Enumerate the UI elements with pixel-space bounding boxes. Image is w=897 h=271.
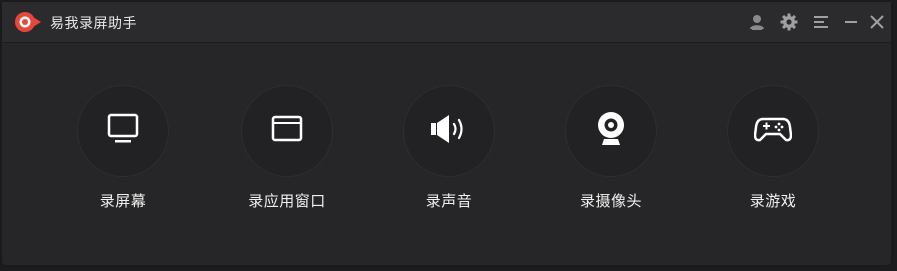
menu-icon[interactable] xyxy=(810,11,832,33)
feature-icon-circle xyxy=(241,85,333,177)
account-icon[interactable] xyxy=(746,11,768,33)
record-webcam-button[interactable]: 录摄像头 xyxy=(551,85,671,225)
feature-icon-circle xyxy=(565,85,657,177)
record-audio-button[interactable]: 录声音 xyxy=(389,85,509,225)
feature-icon-circle xyxy=(77,85,169,177)
feature-label: 录应用窗口 xyxy=(248,192,326,210)
feature-icon-circle xyxy=(727,85,819,177)
feature-icon-circle xyxy=(403,85,495,177)
speaker-icon xyxy=(429,112,469,150)
settings-icon[interactable] xyxy=(778,11,800,33)
record-logo-icon xyxy=(14,10,42,34)
window-icon xyxy=(270,112,304,150)
webcam-icon xyxy=(594,110,628,152)
feature-label: 录屏幕 xyxy=(99,192,147,210)
feature-label: 录摄像头 xyxy=(579,192,642,210)
gamepad-icon xyxy=(753,114,793,148)
title-bar[interactable]: 易我录屏助手 xyxy=(2,2,891,43)
feature-panel: 录屏幕 录应用窗口 录声音 录摄像头 录游戏 xyxy=(2,43,891,265)
record-app-window-button[interactable]: 录应用窗口 xyxy=(227,85,347,225)
record-game-button[interactable]: 录游戏 xyxy=(713,85,833,225)
record-screen-button[interactable]: 录屏幕 xyxy=(63,85,183,225)
monitor-icon xyxy=(106,112,140,150)
app-window: 易我录屏助手 录屏幕 录应用窗口 录声音 录摄像头 录游戏 xyxy=(0,0,893,267)
minimize-icon[interactable] xyxy=(840,11,862,33)
close-icon[interactable] xyxy=(866,11,888,33)
app-title: 易我录屏助手 xyxy=(50,16,137,32)
feature-label: 录声音 xyxy=(425,192,473,210)
feature-label: 录游戏 xyxy=(749,192,797,210)
